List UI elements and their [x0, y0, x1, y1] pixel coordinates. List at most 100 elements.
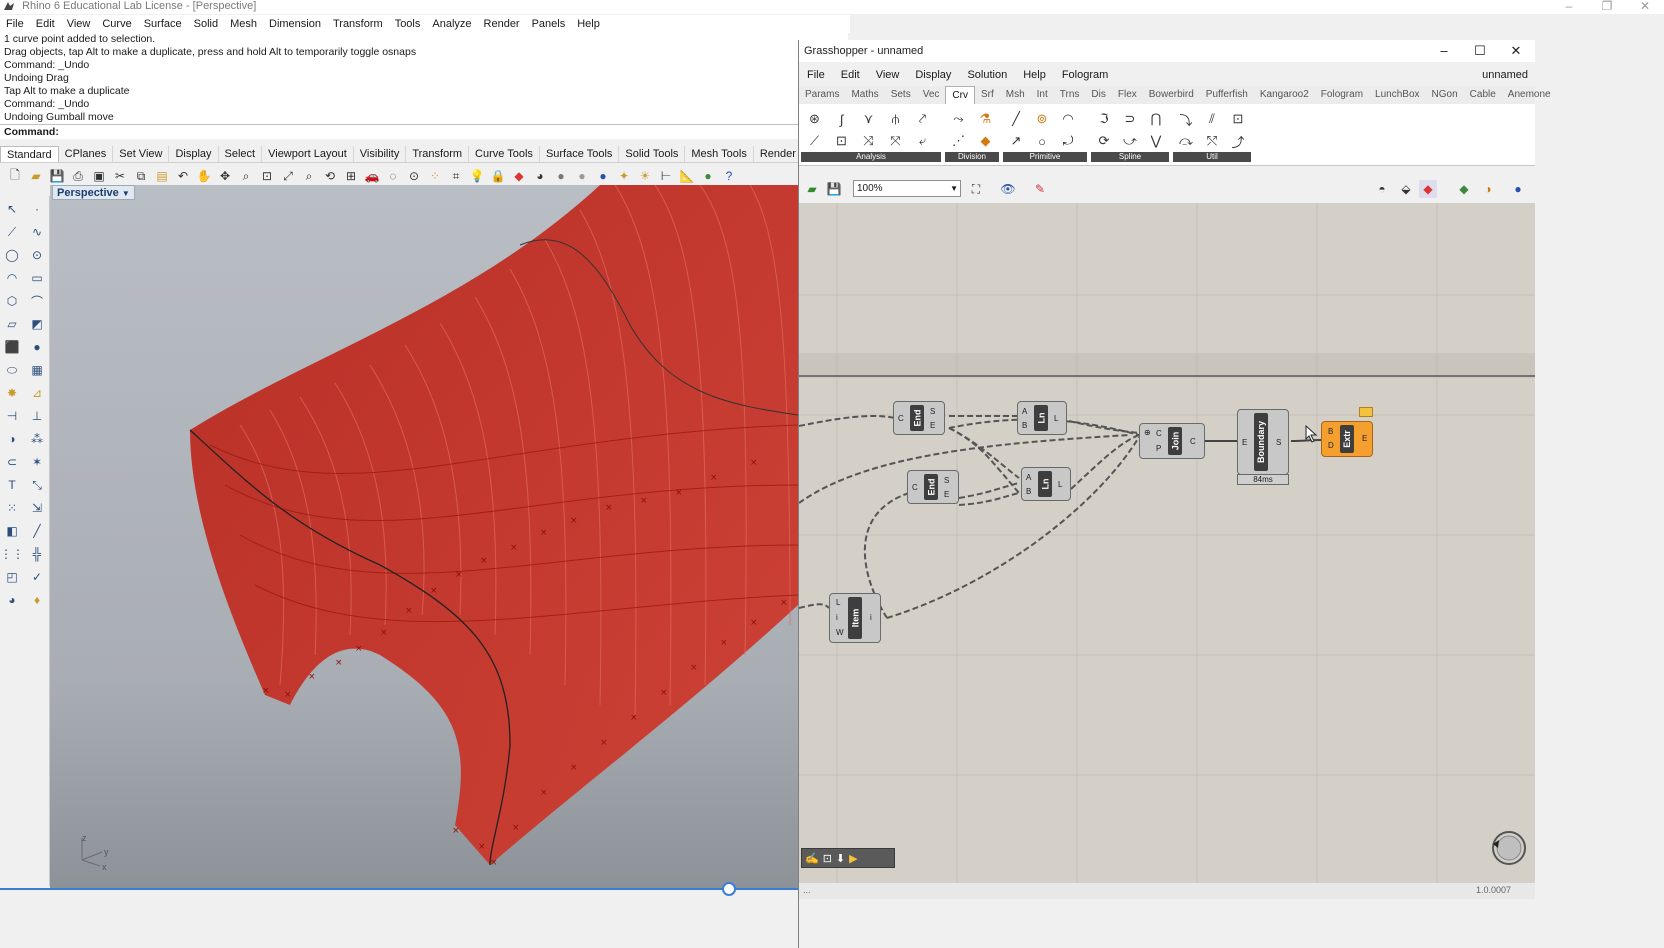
output-port[interactable]: E [1362, 434, 1367, 443]
history-icon[interactable]: ⊙ [405, 167, 423, 185]
dimension-tool-icon[interactable]: ⊿ [27, 384, 47, 402]
tab-set-view[interactable]: Set View [113, 146, 170, 162]
line-sdl-icon[interactable]: ╱ [1007, 110, 1025, 128]
tab-standard[interactable]: Standard [0, 146, 59, 162]
shaded-sphere-icon[interactable]: ● [552, 167, 570, 185]
input-port[interactable]: A [1026, 473, 1031, 482]
help-icon[interactable]: ? [720, 167, 738, 185]
group-widget-icon[interactable]: ⊡ [823, 852, 832, 865]
gh-save-icon[interactable]: 💾 [825, 180, 843, 198]
command-prompt[interactable]: Command: [0, 124, 848, 139]
gh-menu-solution[interactable]: Solution [959, 66, 1015, 84]
render-icon[interactable]: ◕ [2, 591, 22, 609]
input-port[interactable]: B [1328, 427, 1333, 436]
menu-analyze[interactable]: Analyze [426, 15, 477, 33]
join-icon[interactable]: ⊂ [2, 453, 22, 471]
output-port[interactable]: L [1058, 480, 1062, 489]
four-views-icon[interactable]: ⊞ [342, 167, 360, 185]
curve-perp-frame-icon[interactable]: ⤧ [887, 132, 905, 150]
lock-icon[interactable]: 🔒 [489, 167, 507, 185]
contour-icon[interactable]: ⚗ [977, 110, 995, 128]
preview-eye-icon[interactable]: 👁 [999, 180, 1017, 198]
circle-cnr-icon[interactable]: ⊚ [1033, 110, 1051, 128]
gh-menu-help[interactable]: Help [1015, 66, 1054, 84]
gh-line-component[interactable]: A B Ln L [1017, 401, 1067, 435]
menu-surface[interactable]: Surface [138, 15, 188, 33]
copy-icon[interactable]: ⧉ [132, 167, 150, 185]
menu-solid[interactable]: Solid [188, 15, 224, 33]
color-wheel-icon[interactable]: ◕ [531, 167, 549, 185]
input-port[interactable]: A [1022, 407, 1027, 416]
input-port[interactable]: P [1156, 444, 1161, 453]
gh-tab-fologram[interactable]: Fologram [1315, 86, 1369, 104]
polygon-icon[interactable]: ⬡ [2, 292, 22, 310]
gh-menu-file[interactable]: File [799, 66, 833, 84]
curve-length-icon[interactable]: ⟋ [806, 132, 824, 150]
viewport-dropdown-icon[interactable]: ▼ [122, 189, 130, 198]
curve-end-points-icon[interactable]: ⤤ [914, 110, 932, 128]
curve-control-points-icon[interactable]: ⊡ [833, 132, 851, 150]
output-port[interactable]: i [870, 613, 872, 622]
tab-solid-tools[interactable]: Solid Tools [619, 146, 686, 162]
boolean-icon[interactable]: ◑ [2, 430, 22, 448]
properties-icon[interactable]: ▣ [90, 167, 108, 185]
tab-display[interactable]: Display [169, 146, 219, 162]
tab-select[interactable]: Select [219, 146, 263, 162]
check-icon[interactable]: ✓ [27, 568, 47, 586]
gh-tab-flex[interactable]: Flex [1112, 86, 1143, 104]
gh-tab-anemone[interactable]: Anemone [1502, 86, 1557, 104]
flip-curve-icon[interactable]: ⤲ [1203, 132, 1221, 150]
curve-frames-icon[interactable]: ⫛ [887, 110, 905, 128]
osnap-icon[interactable]: ◌ [384, 167, 402, 185]
save-icon[interactable]: 💾 [48, 167, 66, 185]
gh-minimize-icon[interactable]: – [1426, 40, 1462, 62]
gh-tab-ngon[interactable]: NGon [1426, 86, 1464, 104]
divide-length-icon[interactable]: ⋰ [950, 132, 968, 150]
move-icon[interactable]: T [2, 476, 22, 494]
tab-transform[interactable]: Transform [406, 146, 470, 162]
move-view-icon[interactable]: ✥ [216, 167, 234, 185]
gh-end-points-component[interactable]: C End S E [893, 401, 945, 435]
menu-tools[interactable]: Tools [389, 15, 427, 33]
shatter-icon[interactable]: ◆ [977, 132, 995, 150]
zoom-selected-icon[interactable]: ⌕ [300, 167, 318, 185]
menu-mesh[interactable]: Mesh [224, 15, 263, 33]
gh-tab-bowerbird[interactable]: Bowerbird [1143, 86, 1200, 104]
preview-off-icon[interactable]: ◓ [1373, 180, 1391, 198]
input-port[interactable]: C [898, 414, 904, 423]
mesh-icon[interactable]: ▦ [27, 361, 47, 379]
gh-open-icon[interactable]: ▰ [803, 180, 821, 198]
fillet-icon[interactable]: ⌒ [27, 292, 47, 310]
arc-icon[interactable]: ◠ [1059, 110, 1077, 128]
tab-surface-tools[interactable]: Surface Tools [540, 146, 620, 162]
tab-curve-tools[interactable]: Curve Tools [469, 146, 540, 162]
print-icon[interactable]: ⎙ [69, 167, 87, 185]
points-icon[interactable]: ✦ [615, 167, 633, 185]
timeline-handle[interactable] [722, 882, 736, 896]
paste-icon[interactable]: ▤ [153, 167, 171, 185]
gh-tab-int[interactable]: Int [1031, 86, 1054, 104]
select-points-icon[interactable]: ⁘ [426, 167, 444, 185]
arc-icon[interactable]: ◠ [2, 269, 22, 287]
menu-edit[interactable]: Edit [30, 15, 61, 33]
input-port[interactable]: L [836, 598, 840, 607]
gh-close-icon[interactable]: ✕ [1498, 40, 1534, 62]
rectangle-icon[interactable]: ▭ [27, 269, 47, 287]
polyline-icon[interactable]: ⟋ [2, 223, 22, 241]
gh-menu-fologram[interactable]: Fologram [1054, 66, 1116, 84]
tab-cplanes[interactable]: CPlanes [59, 146, 114, 162]
output-port[interactable]: C [1190, 437, 1196, 446]
line-icon[interactable]: ╱ [27, 522, 47, 540]
menu-transform[interactable]: Transform [327, 15, 389, 33]
gh-join-curves-component[interactable]: ⊕ C P Join C [1139, 423, 1205, 459]
gh-tab-maths[interactable]: Maths [845, 86, 884, 104]
viewport-title[interactable]: Perspective ▼ [52, 185, 135, 200]
circle-icon[interactable]: ◯ [2, 246, 22, 264]
globe-icon[interactable]: ● [699, 167, 717, 185]
preview-shaded-icon[interactable]: ◆ [1419, 180, 1437, 198]
explode-icon[interactable]: ⫽ [1203, 110, 1221, 128]
split-icon[interactable]: ⊥ [27, 407, 47, 425]
gh-tab-vec[interactable]: Vec [917, 86, 946, 104]
solid-tools-icon[interactable]: ◧ [2, 522, 22, 540]
project-icon[interactable]: ⤴ [1229, 132, 1247, 150]
